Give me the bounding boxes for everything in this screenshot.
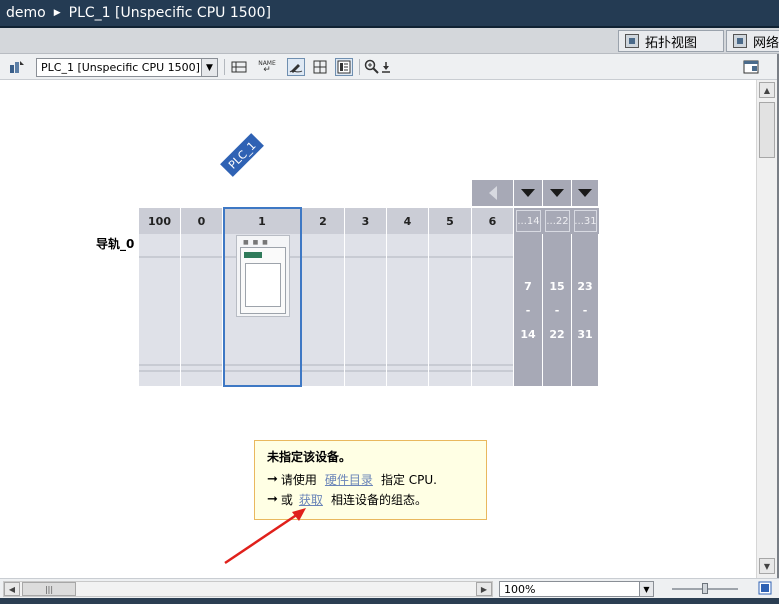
group-range-from: 7 bbox=[524, 280, 532, 293]
group-range-to: 14 bbox=[520, 328, 536, 341]
group-range-to: 31 bbox=[577, 328, 593, 341]
cpu-slot-selection[interactable] bbox=[223, 207, 302, 387]
grid-icon[interactable] bbox=[311, 58, 329, 76]
device-select-value: PLC_1 [Unspecific CPU 1500] bbox=[41, 61, 200, 74]
info-line-catalog: ➞ 请使用 硬件目录 指定 CPU. bbox=[267, 471, 437, 488]
scroll-right-icon[interactable]: ▶ bbox=[476, 582, 492, 596]
fit-view-icon[interactable] bbox=[757, 580, 773, 596]
edit-pen-icon[interactable] bbox=[287, 58, 305, 76]
device-title: PLC_1 [Unspecific CPU 1500] bbox=[68, 5, 271, 21]
zoom-slider[interactable] bbox=[672, 583, 738, 594]
slot-body[interactable] bbox=[302, 234, 345, 386]
arrow-down-icon bbox=[578, 189, 592, 197]
expand-group-3-button[interactable] bbox=[572, 180, 599, 206]
arrow-down-icon bbox=[521, 189, 535, 197]
slot-body[interactable] bbox=[345, 234, 387, 386]
arrow-right-icon: ➞ bbox=[267, 472, 278, 487]
project-name: demo bbox=[6, 5, 46, 21]
device-tree-icon[interactable] bbox=[8, 58, 26, 76]
slot-group-body[interactable]: 23 - 31 bbox=[572, 234, 599, 386]
title-bar: demo ▶ PLC_1 [Unspecific CPU 1500] bbox=[0, 0, 779, 26]
slot-header[interactable]: 5 bbox=[429, 208, 472, 234]
network-icon bbox=[733, 34, 747, 48]
rack-view-icon[interactable] bbox=[230, 58, 248, 76]
slot-header[interactable]: 3 bbox=[345, 208, 387, 234]
scroll-left-button[interactable] bbox=[472, 180, 514, 206]
group-range-dash: - bbox=[582, 304, 588, 317]
info-line2-suffix: 相连设备的组态。 bbox=[330, 493, 427, 507]
horizontal-scrollbar[interactable]: ◀ ||| ▶ bbox=[3, 581, 493, 597]
scroll-up-icon[interactable]: ▲ bbox=[759, 82, 775, 98]
info-line1-suffix: 指定 CPU. bbox=[380, 473, 437, 487]
tab-topology-label: 拓扑视图 bbox=[645, 35, 698, 51]
slot-body[interactable] bbox=[139, 234, 181, 386]
breadcrumb-separator-icon: ▶ bbox=[53, 8, 61, 18]
slot-group-body[interactable]: 7 - 14 bbox=[514, 234, 543, 386]
slot-group-label: ...14 bbox=[516, 210, 541, 232]
slot-header[interactable]: 6 bbox=[472, 208, 514, 234]
group-range-dash: - bbox=[554, 304, 560, 317]
slot-group-header[interactable]: ...14 bbox=[514, 208, 543, 234]
device-canvas[interactable]: PLC_1 导轨_0 100 0 1 2 3 4 5 6 ...14 ...22… bbox=[2, 80, 756, 578]
scroll-left-icon[interactable]: ◀ bbox=[4, 582, 20, 596]
group-range-from: 15 bbox=[549, 280, 565, 293]
chevron-down-icon[interactable]: ▼ bbox=[201, 59, 217, 76]
overview-icon[interactable] bbox=[335, 58, 353, 76]
expand-group-1-button[interactable] bbox=[514, 180, 543, 206]
info-box-title: 未指定该设备。 bbox=[267, 450, 352, 464]
device-select[interactable]: PLC_1 [Unspecific CPU 1500] ▼ bbox=[36, 58, 218, 77]
panel-toggle-icon[interactable] bbox=[742, 58, 760, 76]
vertical-scrollbar[interactable]: ▲ ▼ bbox=[756, 80, 777, 578]
device-view-window: demo ▶ PLC_1 [Unspecific CPU 1500] 拓扑视图 … bbox=[0, 0, 779, 604]
group-range-to: 22 bbox=[549, 328, 565, 341]
toolbar-divider bbox=[224, 59, 225, 75]
expand-group-2-button[interactable] bbox=[543, 180, 572, 206]
scroll-down-icon[interactable]: ▼ bbox=[759, 558, 775, 574]
slot-group-header[interactable]: ...31 bbox=[572, 208, 599, 234]
group-range-from: 23 bbox=[577, 280, 593, 293]
zoom-slider-handle[interactable] bbox=[702, 583, 708, 594]
slot-header[interactable]: 2 bbox=[302, 208, 345, 234]
view-tabs: 拓扑视图 网络 bbox=[0, 28, 779, 54]
device-name-tag[interactable]: PLC_1 bbox=[220, 133, 264, 177]
slot-body[interactable] bbox=[181, 234, 223, 386]
topology-icon bbox=[625, 34, 639, 48]
slot-body[interactable] bbox=[429, 234, 472, 386]
horizontal-scroll-thumb[interactable]: ||| bbox=[22, 582, 76, 596]
slot-group-body[interactable]: 15 - 22 bbox=[543, 234, 572, 386]
show-name-button[interactable]: NAME ↵ bbox=[258, 58, 276, 76]
slot-group-label: ...31 bbox=[574, 210, 597, 232]
info-line1-prefix: 请使用 bbox=[280, 473, 317, 487]
tab-network-label: 网络 bbox=[753, 35, 779, 51]
slot-group-label: ...22 bbox=[545, 210, 570, 232]
arrow-down-icon bbox=[550, 189, 564, 197]
download-arrow-icon[interactable] bbox=[380, 58, 392, 76]
zoom-in-icon[interactable] bbox=[363, 58, 381, 76]
slot-header[interactable]: 0 bbox=[181, 208, 223, 234]
toolbar-divider bbox=[359, 59, 360, 75]
slot-body[interactable] bbox=[387, 234, 429, 386]
chevron-down-icon[interactable]: ▼ bbox=[639, 582, 653, 596]
rail-label: 导轨_0 bbox=[96, 237, 135, 251]
slot-header[interactable]: 4 bbox=[387, 208, 429, 234]
slot-header[interactable]: 100 bbox=[139, 208, 181, 234]
vertical-scroll-thumb[interactable] bbox=[759, 102, 775, 158]
tab-network-view[interactable]: 网络 bbox=[726, 30, 779, 52]
hardware-catalog-link[interactable]: 硬件目录 bbox=[325, 471, 373, 488]
bottom-bar: ◀ ||| ▶ 100% ▼ bbox=[0, 578, 779, 598]
zoom-value: 100% bbox=[504, 582, 536, 596]
arrow-left-icon bbox=[488, 186, 497, 200]
slot-group-header[interactable]: ...22 bbox=[543, 208, 572, 234]
annotation-arrow-icon bbox=[224, 508, 306, 565]
slot-body[interactable] bbox=[472, 234, 514, 386]
return-arrow-icon: ↵ bbox=[263, 65, 271, 75]
tab-topology-view[interactable]: 拓扑视图 bbox=[618, 30, 724, 52]
group-range-dash: - bbox=[525, 304, 531, 317]
zoom-select[interactable]: 100% ▼ bbox=[499, 581, 654, 597]
toolbar: PLC_1 [Unspecific CPU 1500] ▼ NAME ↵ bbox=[0, 54, 779, 80]
status-strip bbox=[0, 598, 779, 604]
